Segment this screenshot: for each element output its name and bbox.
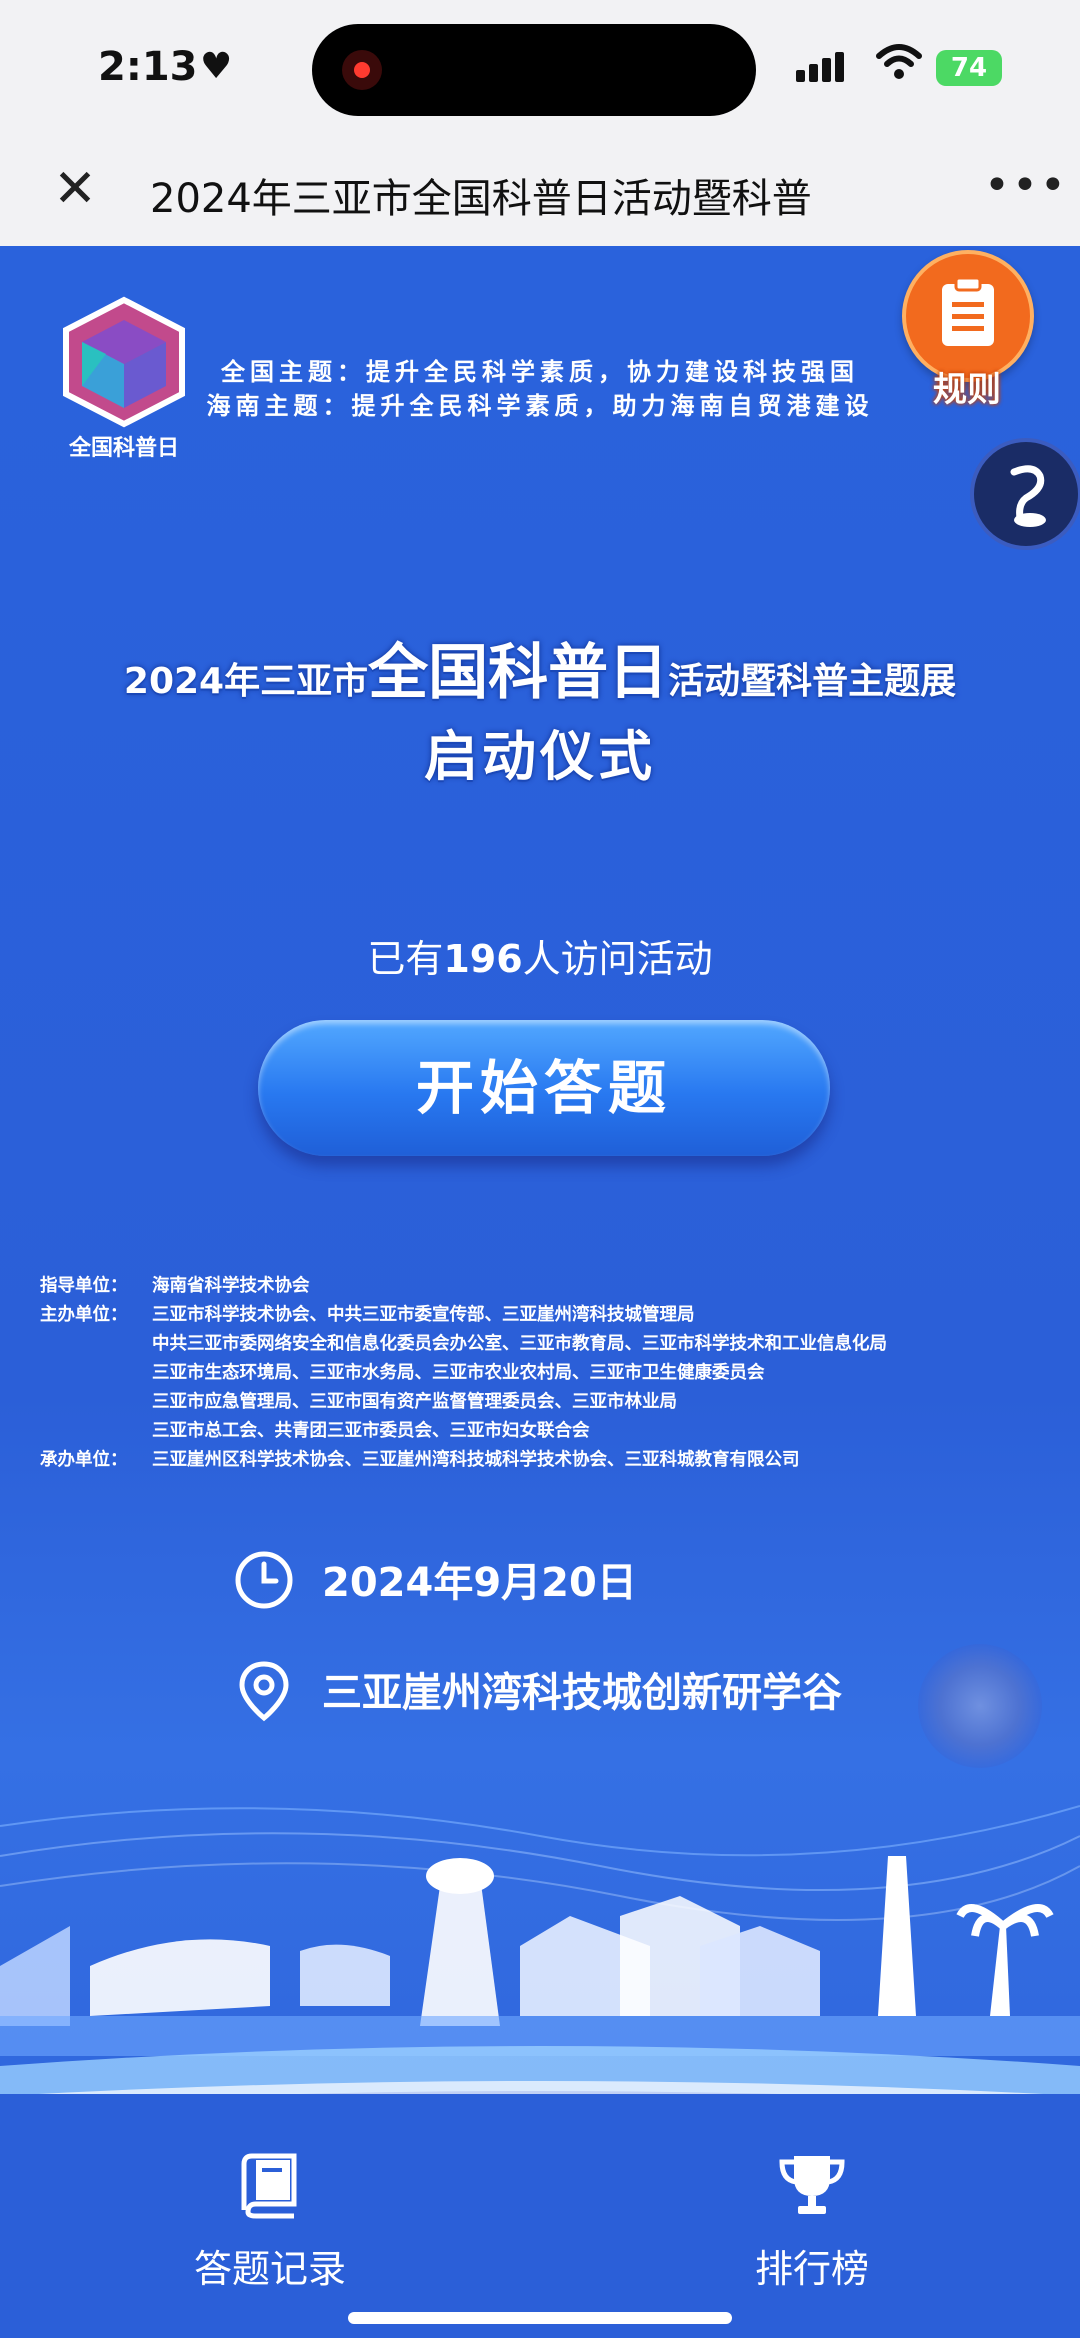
page-title: 2024年三亚市全国科普日活动暨科普	[150, 176, 812, 222]
tab-records[interactable]: 答题记录	[120, 2150, 420, 2293]
org-label: 主办单位：	[40, 1305, 128, 1325]
org-line: 中共三亚市委网络安全和信息化委员会办公室、三亚市教育局、三亚市科学技术和工业信息…	[152, 1334, 887, 1354]
status-time: 2:13	[98, 44, 198, 90]
org-label: 承办单位：	[40, 1450, 128, 1470]
bottom-tab-bar: 答题记录 排行榜	[0, 2094, 1080, 2338]
org-row-host: 主办单位： 三亚市科学技术协会、中共三亚市委宣传部、三亚崖州湾科技城管理局 中共…	[40, 1301, 1060, 1446]
clock-icon	[235, 1551, 293, 1609]
org-line: 三亚市应急管理局、三亚市国有资产监督管理委员会、三亚市林业局	[152, 1392, 677, 1412]
event-date-row: 2024年9月20日	[234, 1550, 637, 1609]
trophy-icon	[779, 2156, 845, 2214]
cellular-signal-icon	[796, 52, 848, 82]
org-row-organizer: 承办单位： 三亚崖州区科学技术协会、三亚崖州湾科技城科学技术协会、三亚科城教育有…	[40, 1446, 1060, 1475]
screen-recording-icon	[342, 50, 382, 90]
more-icon[interactable]: •••	[984, 160, 1068, 211]
event-location-row: 三亚崖州湾科技城创新研学谷	[234, 1660, 842, 1722]
visitor-count-text: 已有196人访问活动	[0, 928, 1080, 983]
org-label: 指导单位：	[40, 1276, 128, 1296]
start-quiz-button[interactable]: 开始答题	[258, 1020, 830, 1156]
national-theme: 全国主题：提升全民科学素质，协力建设科技强国	[221, 358, 859, 386]
logo-caption: 全国科普日	[68, 436, 179, 461]
organizers-list: 指导单位： 海南省科学技术协会 主办单位： 三亚市科学技术协会、中共三亚市委宣传…	[40, 1272, 1060, 1475]
hainan-theme: 海南主题：提升全民科学素质，助力海南自贸港建设	[206, 392, 874, 420]
tab-ranking[interactable]: 排行榜	[662, 2150, 962, 2293]
visitor-before: 已有	[367, 937, 444, 981]
visitor-count: 196	[443, 937, 523, 981]
org-line: 三亚市科学技术协会、中共三亚市委宣传部、三亚崖州湾科技城管理局	[152, 1305, 695, 1325]
status-bar: 2:13 ♥ 74	[0, 0, 1080, 140]
org-row-guidance: 指导单位： 海南省科学技术协会	[40, 1272, 1060, 1301]
music-toggle-button[interactable]	[970, 438, 1080, 550]
book-icon	[241, 2153, 297, 2219]
event-headline: 2024年三亚市全国科普日活动暨科普主题展	[0, 624, 1080, 711]
tab-records-label: 答题记录	[193, 2247, 346, 2291]
org-line: 三亚崖州区科学技术协会、三亚崖州湾科技城科学技术协会、三亚科城教育有限公司	[152, 1450, 800, 1470]
nav-bar: ✕ 2024年三亚市全国科普日活动暨科普 •••	[0, 140, 1080, 247]
music-note-icon	[1010, 465, 1046, 527]
wifi-icon	[876, 44, 922, 79]
home-indicator[interactable]	[348, 2312, 732, 2324]
headline-main: 全国科普日	[368, 638, 669, 708]
headline-prefix: 2024年三亚市	[123, 661, 369, 702]
floating-ball[interactable]	[918, 1644, 1042, 1768]
org-line: 三亚市生态环境局、三亚市水务局、三亚市农业农村局、三亚市卫生健康委员会	[152, 1363, 765, 1383]
location-pin-icon	[239, 1661, 289, 1722]
org-line: 海南省科学技术协会	[152, 1276, 310, 1296]
activity-page: 全国科普日 规则 全国主题：提升全民科学素质，协力建设科技强国 海南主题：提升全…	[0, 246, 1080, 2338]
event-date: 2024年9月20日	[322, 1560, 637, 1606]
heart-icon: ♥	[200, 46, 233, 87]
visitor-after: 人访问活动	[522, 937, 713, 981]
event-subheadline: 启动仪式	[424, 725, 656, 788]
dynamic-island	[312, 24, 756, 116]
tab-ranking-label: 排行榜	[754, 2247, 869, 2291]
battery-indicator: 74	[936, 50, 1002, 86]
close-icon[interactable]: ✕	[50, 163, 100, 215]
event-location: 三亚崖州湾科技城创新研学谷	[322, 1670, 842, 1716]
org-line: 三亚市总工会、共青团三亚市委员会、三亚市妇女联合会	[152, 1421, 590, 1441]
headline-suffix: 活动暨科普主题展	[668, 661, 957, 702]
